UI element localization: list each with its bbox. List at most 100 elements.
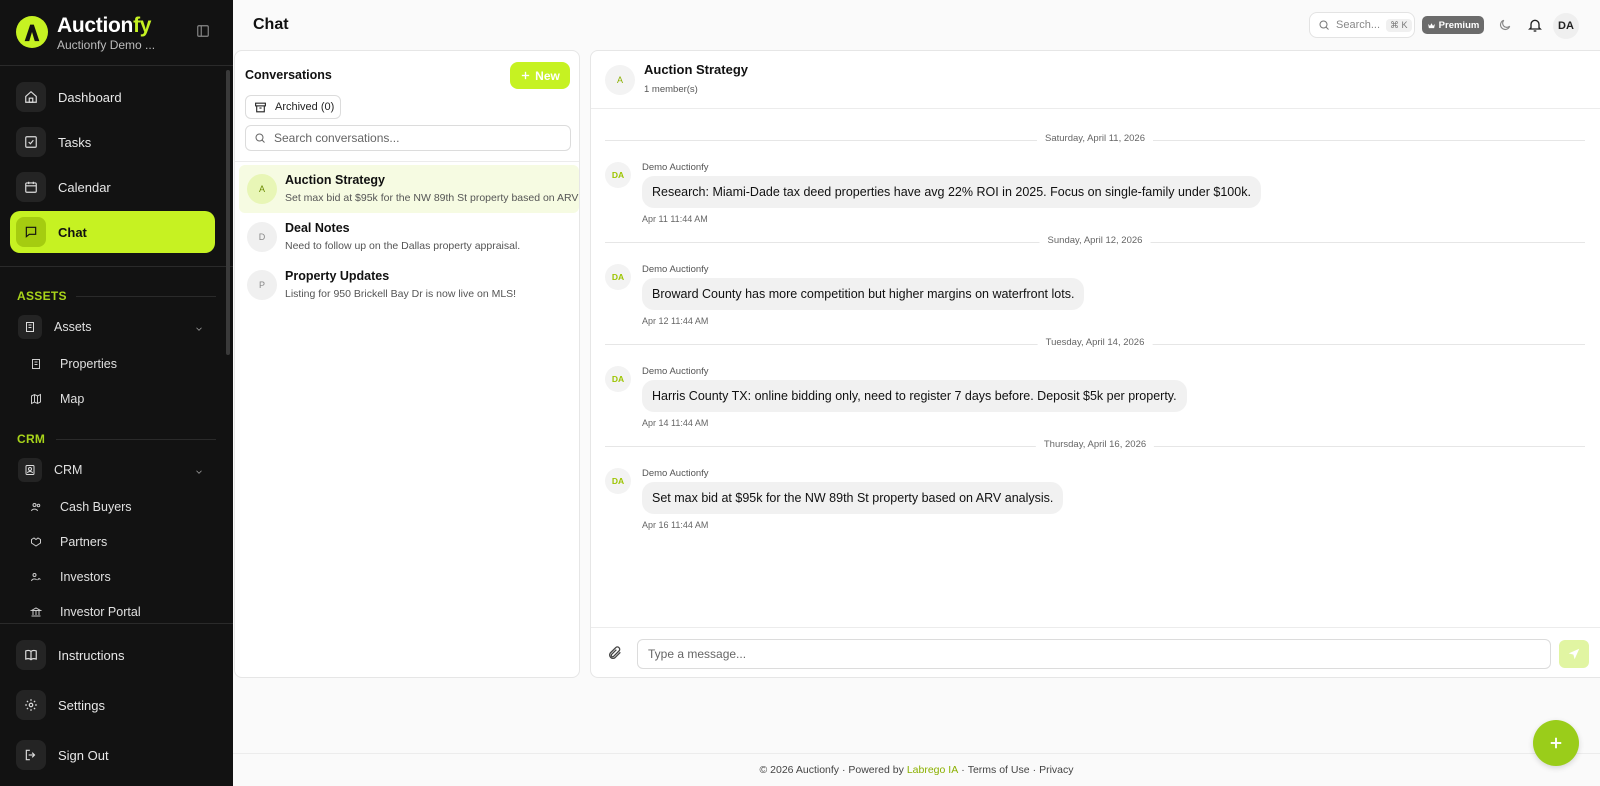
message-sender: Demo Auctionfy xyxy=(642,468,709,479)
sidebar-item-map[interactable]: Map xyxy=(16,384,216,414)
sidebar-item-label: Tasks xyxy=(58,134,92,150)
building-icon xyxy=(18,315,42,339)
message: DA Demo Auctionfy Set max bid at $95k fo… xyxy=(605,468,1585,544)
sidebar-item-label: Map xyxy=(60,392,85,406)
sidebar-item-tasks[interactable]: Tasks xyxy=(10,121,215,163)
sidebar-group-crm[interactable]: CRM xyxy=(16,455,216,485)
message-sender: Demo Auctionfy xyxy=(642,366,709,377)
sidebar-item-cash-buyers[interactable]: Cash Buyers xyxy=(16,492,216,522)
crown-icon xyxy=(1427,21,1436,30)
brand[interactable]: Auctionfy Auctionfy Demo ... xyxy=(16,14,216,54)
sidebar-item-label: Investor Portal xyxy=(60,605,141,619)
global-search-button[interactable]: Search... ⌘ K xyxy=(1309,12,1415,38)
chat-icon xyxy=(16,217,46,247)
dark-mode-toggle-moon-icon[interactable] xyxy=(1495,15,1515,35)
conversation-name: Property Updates xyxy=(285,269,390,283)
sidebar-group-assets[interactable]: Assets xyxy=(16,312,216,342)
footer-separator: · xyxy=(1032,764,1037,776)
sidebar-item-label: Dashboard xyxy=(58,89,122,105)
user-trend-icon xyxy=(24,565,48,589)
date-separator-label: Tuesday, April 14, 2026 xyxy=(1037,337,1153,348)
conversations-title: Conversations xyxy=(245,68,332,82)
message: DA Demo Auctionfy Research: Miami-Dade t… xyxy=(605,162,1585,238)
brand-name: Auctionfy xyxy=(57,14,152,37)
sidebar-collapse-icon[interactable] xyxy=(196,24,212,40)
section-rule xyxy=(56,439,216,440)
conversation-preview: Listing for 950 Brickell Bay Dr is now l… xyxy=(285,288,517,300)
message-avatar: DA xyxy=(605,264,631,290)
conversation-avatar: P xyxy=(247,270,277,300)
sidebar-item-dashboard[interactable]: Dashboard xyxy=(10,76,215,118)
chat-avatar: A xyxy=(605,65,635,95)
conversation-item[interactable]: A Auction Strategy Set max bid at $95k f… xyxy=(239,165,579,213)
message-input[interactable] xyxy=(637,639,1551,669)
user-avatar[interactable]: DA xyxy=(1553,13,1579,39)
date-separator: Tuesday, April 14, 2026 xyxy=(605,337,1585,351)
chevron-down-icon xyxy=(194,464,204,482)
message-time: Apr 14 11:44 AM xyxy=(642,418,709,428)
conversation-item[interactable]: D Deal Notes Need to follow up on the Da… xyxy=(239,213,579,261)
conversation-search-input[interactable] xyxy=(274,131,554,145)
premium-badge[interactable]: Premium xyxy=(1422,16,1484,34)
auctionfy-logo-icon xyxy=(16,16,48,48)
message-time: Apr 12 11:44 AM xyxy=(642,316,709,326)
date-separator-label: Sunday, April 12, 2026 xyxy=(1039,235,1151,246)
sidebar-item-label: Calendar xyxy=(58,179,111,195)
conversation-item[interactable]: P Property Updates Listing for 950 Brick… xyxy=(239,261,579,309)
premium-label: Premium xyxy=(1438,19,1480,31)
new-conversation-button[interactable]: New xyxy=(510,62,570,89)
conversations-panel: Conversations New Archived (0) A Auction… xyxy=(234,50,580,678)
sidebar-item-label: Sign Out xyxy=(58,747,109,763)
section-label-assets: ASSETS xyxy=(17,289,67,303)
conversation-preview: Need to follow up on the Dallas property… xyxy=(285,240,521,252)
sidebar-item-chat[interactable]: Chat xyxy=(10,211,215,253)
date-separator: Thursday, April 16, 2026 xyxy=(605,439,1585,453)
chevron-down-icon xyxy=(194,321,204,339)
conversation-name: Auction Strategy xyxy=(285,173,386,187)
archived-button[interactable]: Archived (0) xyxy=(245,95,341,119)
message-time: Apr 16 11:44 AM xyxy=(642,520,709,530)
sidebar-divider xyxy=(0,266,233,267)
footer-privacy-link[interactable]: Privacy xyxy=(1039,764,1073,776)
sidebar-item-label: Instructions xyxy=(58,647,125,663)
brand-subtitle: Auctionfy Demo ... xyxy=(57,38,156,52)
users-icon xyxy=(24,495,48,519)
building-icon xyxy=(24,352,48,376)
sidebar-item-sign-out[interactable]: Sign Out xyxy=(10,734,215,776)
sidebar-item-calendar[interactable]: Calendar xyxy=(10,166,215,208)
message-avatar: DA xyxy=(605,366,631,392)
sidebar-group-label: CRM xyxy=(54,463,83,477)
section-label-crm: CRM xyxy=(17,432,46,446)
chat-header: A Auction Strategy 1 member(s) xyxy=(591,51,1600,109)
sidebar-item-label: Settings xyxy=(58,697,105,713)
topbar: Chat Search... ⌘ K Premium DA xyxy=(233,0,1600,50)
send-icon xyxy=(1567,647,1581,661)
calendar-icon xyxy=(16,172,46,202)
sidebar-group-label: Assets xyxy=(54,320,92,334)
chat-panel: A Auction Strategy 1 member(s) Saturday,… xyxy=(590,50,1600,678)
message-sender: Demo Auctionfy xyxy=(642,162,709,173)
footer-terms-link[interactable]: Terms of Use xyxy=(968,764,1030,776)
sidebar-item-partners[interactable]: Partners xyxy=(16,527,216,557)
message-avatar: DA xyxy=(605,162,631,188)
sidebar-item-label: Properties xyxy=(60,357,117,371)
footer-powered-link[interactable]: Labrego IA xyxy=(907,764,958,776)
sidebar-item-instructions[interactable]: Instructions xyxy=(10,634,215,676)
sidebar-item-investors[interactable]: Investors xyxy=(16,562,216,592)
notification-bell-icon[interactable] xyxy=(1525,15,1545,35)
sidebar-item-label: Chat xyxy=(58,224,87,240)
plus-icon xyxy=(520,70,531,81)
paperclip-icon[interactable] xyxy=(607,645,625,663)
sidebar-scrollbar[interactable] xyxy=(226,70,230,355)
sidebar-item-settings[interactable]: Settings xyxy=(10,684,215,726)
map-icon xyxy=(24,387,48,411)
message-avatar: DA xyxy=(605,468,631,494)
sidebar-item-properties[interactable]: Properties xyxy=(16,349,216,379)
send-button[interactable] xyxy=(1559,640,1589,668)
footer-copyright: © 2026 Auctionfy · Powered by xyxy=(759,764,904,776)
conversation-search-field[interactable] xyxy=(245,125,571,151)
search-icon xyxy=(254,132,266,144)
chat-member-count: 1 member(s) xyxy=(644,84,698,95)
floating-add-button[interactable] xyxy=(1533,720,1579,766)
message: DA Demo Auctionfy Broward County has mor… xyxy=(605,264,1585,340)
